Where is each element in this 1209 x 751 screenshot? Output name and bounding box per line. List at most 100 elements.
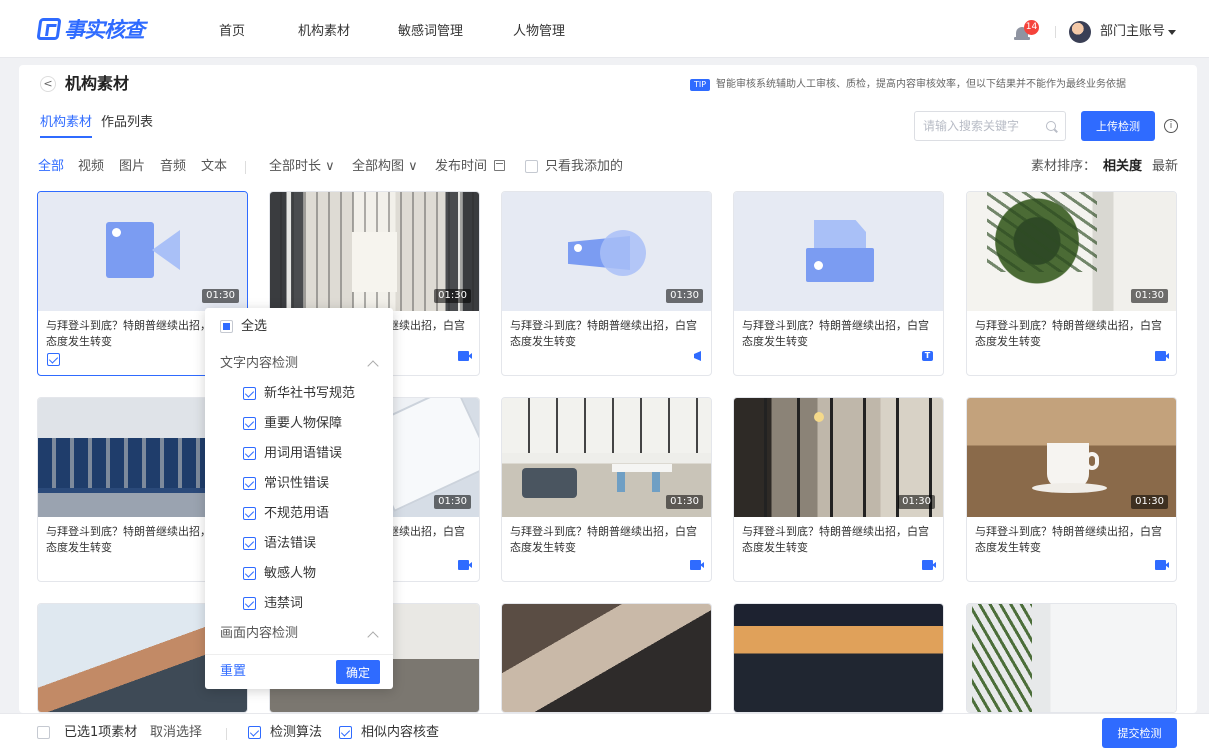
back-button[interactable]: < (40, 76, 56, 92)
material-card[interactable]: 01:30 与拜登斗到底？特朗普继续出招，白宫态度发生转变 (966, 191, 1177, 376)
duration-badge: 01:30 (202, 289, 239, 303)
search-icon[interactable] (1046, 121, 1056, 131)
nav-item-home[interactable]: 首页 (219, 0, 245, 58)
filter-type-audio[interactable]: 音频 (160, 158, 186, 176)
chevron-up-icon[interactable] (367, 360, 379, 372)
duration-badge: 01:30 (1131, 495, 1168, 509)
nav-item-people[interactable]: 人物管理 (513, 0, 565, 58)
select-all-label[interactable]: 全选 (241, 318, 267, 336)
option-label[interactable]: 违禁词 (264, 595, 303, 613)
cancel-selection-link[interactable]: 取消选择 (150, 724, 202, 742)
duration-badge: 01:30 (898, 495, 935, 509)
mine-only-label[interactable]: 只看我添加的 (545, 158, 623, 176)
text-icon: T (922, 351, 933, 361)
lounge-photo-thumbnail: 01:30 (502, 398, 711, 517)
option-label[interactable]: 用词用语错误 (264, 445, 342, 463)
material-card[interactable] (966, 603, 1177, 713)
plant-photo-thumbnail: 01:30 (967, 192, 1176, 311)
card-title: 与拜登斗到底？特朗普继续出招，白宫态度发生转变 (975, 525, 1162, 554)
material-card[interactable] (501, 603, 712, 713)
video-icon (922, 560, 936, 570)
sort-relevance[interactable]: 相关度 (1103, 158, 1142, 176)
search-input[interactable] (923, 117, 1043, 135)
filter-type-image[interactable]: 图片 (119, 158, 145, 176)
option-checkbox[interactable] (243, 597, 256, 610)
tab-materials[interactable]: 机构素材 (40, 113, 92, 133)
material-card[interactable]: 01:30 与拜登斗到底？特朗普继续出招，白宫态度发生转变 (733, 397, 944, 582)
chevron-up-icon[interactable] (367, 631, 379, 643)
page-title: 机构素材 (65, 74, 130, 93)
material-card[interactable]: 01:30 与拜登斗到底？特朗普继续出招，白宫态度发生转变 (501, 397, 712, 582)
option-label[interactable]: 常识性错误 (264, 475, 329, 493)
top-nav-bar: 事实核查 首页 机构素材 敏感词管理 人物管理 14 部门主账号 (0, 0, 1209, 58)
mine-only-checkbox[interactable] (525, 160, 538, 173)
option-label[interactable]: 敏感人物 (264, 565, 316, 583)
duration-dropdown[interactable]: 全部时长 ∨ (269, 158, 335, 176)
audio-icon (693, 351, 701, 361)
avatar[interactable] (1069, 21, 1091, 43)
duration-badge: 01:30 (666, 495, 703, 509)
corridor-photo-thumbnail: 01:30 (270, 192, 479, 311)
option-checkbox[interactable] (243, 387, 256, 400)
bottom-action-bar: 已选1项素材 取消选择 检测算法 相似内容核查 提交检测 (0, 713, 1209, 751)
duration-badge: 01:30 (434, 495, 471, 509)
upload-detect-button[interactable]: 上传检测 (1081, 111, 1155, 141)
option-label[interactable]: 不规范用语 (264, 505, 329, 523)
submit-detect-button[interactable]: 提交检测 (1102, 718, 1177, 748)
nav-item-materials[interactable]: 机构素材 (298, 0, 350, 58)
option-checkbox[interactable] (243, 417, 256, 430)
option-label[interactable]: 语法错误 (264, 535, 316, 553)
video-icon (690, 560, 704, 570)
video-icon (458, 351, 472, 361)
text-placeholder-thumbnail (734, 192, 943, 311)
option-checkbox[interactable] (243, 537, 256, 550)
similar-label[interactable]: 相似内容核查 (361, 724, 439, 742)
option-label[interactable]: 新华社书写规范 (264, 385, 355, 403)
option-checkbox[interactable] (243, 447, 256, 460)
filter-type-video[interactable]: 视频 (78, 158, 104, 176)
caret-down-icon[interactable] (1168, 30, 1176, 35)
select-all-materials-checkbox[interactable] (37, 726, 50, 739)
divider (245, 161, 246, 174)
composition-dropdown[interactable]: 全部构图 ∨ (352, 158, 418, 176)
section-image-detection[interactable]: 画面内容检测 (220, 625, 298, 643)
tip-badge: TIP (690, 79, 710, 91)
duration-badge: 01:30 (434, 289, 471, 303)
composition-label: 全部构图 (352, 159, 405, 174)
brand-logo[interactable]: 事实核查 (36, 14, 145, 44)
selected-count: 已选1项素材 (64, 725, 138, 740)
publish-time-filter[interactable]: 发布时间 (435, 158, 487, 176)
audio-placeholder-thumbnail: 01:30 (502, 192, 711, 311)
select-all-checkbox[interactable] (220, 320, 233, 333)
card-title: 与拜登斗到底？特朗普继续出招，白宫态度发生转变 (742, 525, 929, 554)
filter-type-all[interactable]: 全部 (38, 158, 64, 176)
divider (1055, 26, 1056, 38)
option-checkbox[interactable] (243, 477, 256, 490)
algo-checkbox[interactable] (248, 726, 261, 739)
section-text-detection[interactable]: 文字内容检测 (220, 355, 298, 373)
material-card[interactable] (733, 603, 944, 713)
algo-label[interactable]: 检测算法 (270, 724, 322, 742)
option-checkbox[interactable] (243, 567, 256, 580)
info-icon[interactable]: i (1164, 119, 1178, 133)
similar-checkbox[interactable] (339, 726, 352, 739)
option-label[interactable]: 重要人物保障 (264, 415, 342, 433)
calendar-icon[interactable] (494, 160, 505, 171)
glass-office-photo-thumbnail: 01:30 (734, 398, 943, 517)
reset-button[interactable]: 重置 (220, 663, 246, 681)
card-checkbox[interactable] (47, 353, 60, 366)
card-title: 与拜登斗到底？特朗普继续出招，白宫态度发生转变 (510, 525, 697, 554)
option-checkbox[interactable] (243, 507, 256, 520)
confirm-button[interactable]: 确定 (336, 660, 380, 684)
nav-item-sensitive-words[interactable]: 敏感词管理 (398, 0, 463, 58)
sort-latest[interactable]: 最新 (1152, 158, 1178, 176)
filter-type-text[interactable]: 文本 (201, 158, 227, 176)
search-box (914, 111, 1066, 141)
coffee-cup-photo-thumbnail: 01:30 (967, 398, 1176, 517)
account-menu[interactable]: 部门主账号 (1100, 22, 1165, 42)
material-card[interactable]: 01:30 与拜登斗到底？特朗普继续出招，白宫态度发生转变 (501, 191, 712, 376)
notification-badge: 14 (1024, 20, 1039, 35)
tab-works[interactable]: 作品列表 (101, 113, 153, 133)
material-card[interactable]: 01:30 与拜登斗到底？特朗普继续出招，白宫态度发生转变 (966, 397, 1177, 582)
material-card[interactable]: 与拜登斗到底？特朗普继续出招，白宫态度发生转变 T (733, 191, 944, 376)
